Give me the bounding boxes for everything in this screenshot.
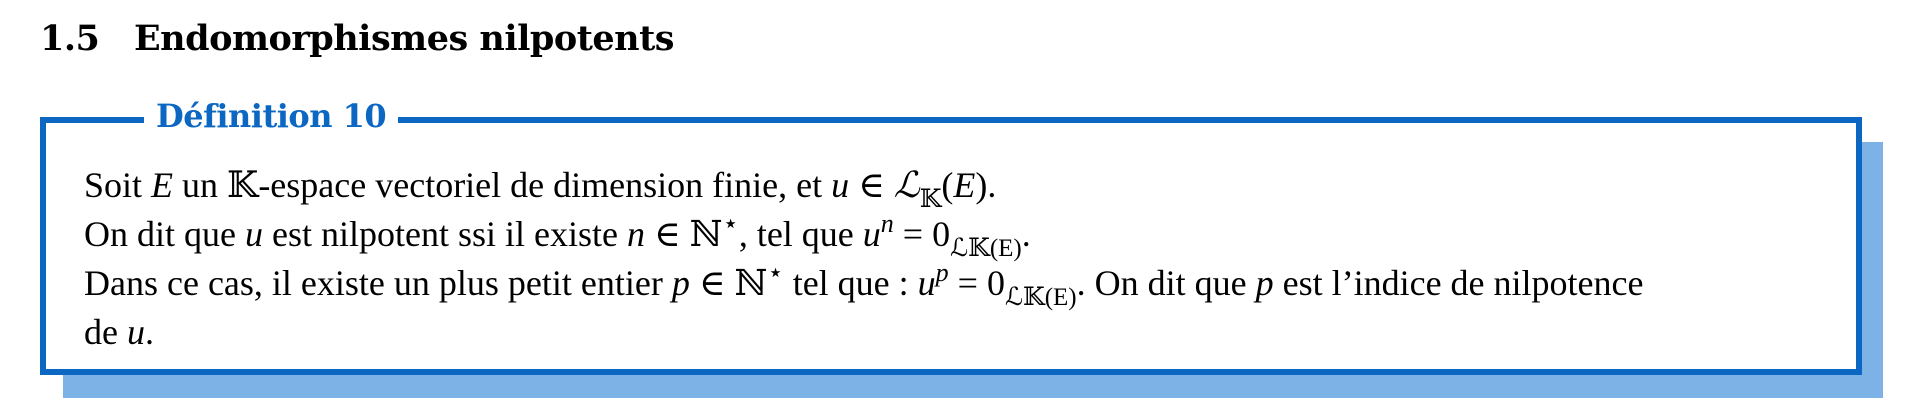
text-segment: est nilpotent ssi il existe [262, 214, 627, 254]
text-segment: On dit que [84, 214, 245, 254]
text-segment: ). [975, 165, 997, 205]
definition-box: Définition 10 Soit E un 𝕂-espace vectori… [40, 96, 1862, 375]
text-segment: u [862, 214, 881, 254]
section-title: Endomorphismes nilpotents [134, 18, 674, 59]
text-segment: ℒ [893, 165, 920, 206]
text-segment: u [831, 165, 850, 205]
definition-line: Dans ce cas, il existe un plus petit ent… [84, 258, 1814, 311]
text-segment: ⋆ [767, 258, 784, 287]
text-segment: u [126, 312, 145, 352]
text-segment: Dans ce cas, il existe un plus petit ent… [84, 263, 672, 303]
text-segment: un 𝕂-espace vectoriel de dimension finie… [173, 165, 832, 205]
text-segment: . [144, 312, 154, 352]
definition-title: Définition 10 [144, 96, 399, 136]
text-segment: u [917, 263, 936, 303]
text-segment: ℒ𝕂(E) [950, 235, 1022, 262]
text-segment: ∈ ℕ [644, 214, 723, 254]
text-segment: de [84, 312, 127, 352]
text-segment: = 0 [893, 214, 951, 254]
text-segment: ℒ𝕂(E) [1004, 284, 1077, 311]
definition-line: de u. [84, 308, 1814, 357]
text-segment: E [151, 165, 174, 205]
section-heading: 1.5 Endomorphismes nilpotents [40, 18, 674, 59]
text-segment: tel que : [783, 263, 918, 303]
text-segment: . On dit que [1076, 263, 1256, 303]
text-segment: p [935, 258, 949, 287]
text-segment: Soit [84, 165, 152, 205]
text-segment: n [880, 209, 894, 238]
definition-line: Soit E un 𝕂-espace vectoriel de dimensio… [84, 161, 1814, 213]
text-segment: est l’indice de nilpotence [1273, 263, 1644, 303]
text-segment: n [626, 214, 645, 254]
text-segment: ⋆ [722, 209, 739, 238]
text-segment: ∈ [849, 165, 894, 205]
text-segment: , tel que [738, 214, 863, 254]
text-segment: ( [941, 165, 954, 205]
text-segment: p [671, 263, 690, 303]
text-segment: u [244, 214, 263, 254]
text-segment: E [953, 165, 976, 205]
text-segment: p [1255, 263, 1274, 303]
text-segment: = 0 [948, 263, 1005, 303]
definition-content: Soit E un 𝕂-espace vectoriel de dimensio… [84, 161, 1814, 357]
text-segment: 𝕂 [919, 186, 942, 213]
section-number: 1.5 [40, 18, 100, 59]
text-segment: . [1021, 214, 1031, 254]
text-segment: ∈ ℕ [689, 263, 768, 303]
definition-line: On dit que u est nilpotent ssi il existe… [84, 209, 1814, 262]
